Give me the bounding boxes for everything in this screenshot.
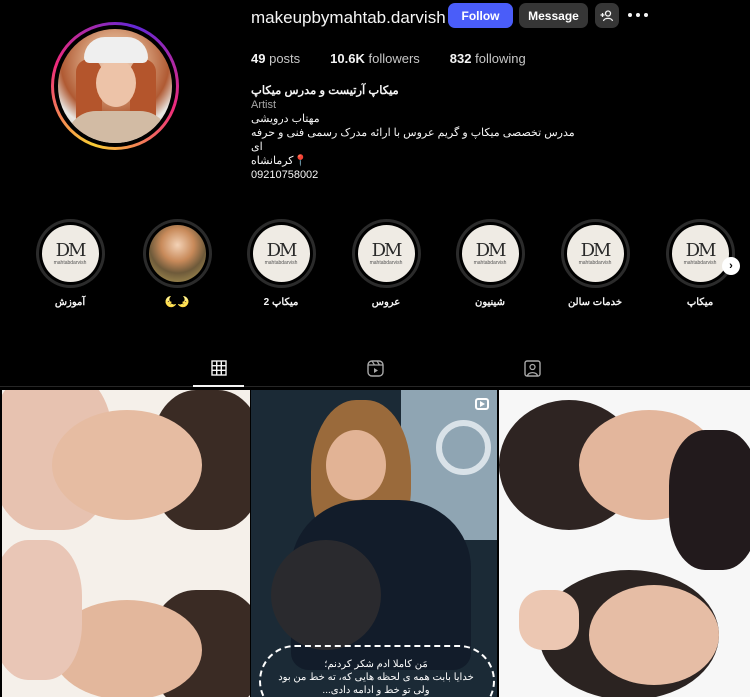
tab-reels[interactable] xyxy=(349,360,401,386)
story-highlights: DM mahtabdarvish آموزش 🌜🌛 DM mahtabdarvi… xyxy=(0,219,750,319)
tabs-divider xyxy=(0,386,750,387)
post-thumbnail[interactable] xyxy=(499,390,750,697)
highlight-item[interactable]: DM mahtabdarvish آموزش xyxy=(30,219,110,308)
post-photo-shape xyxy=(271,540,381,650)
highlight-label: آموزش xyxy=(54,297,86,308)
brand-text: mahtabdarvish xyxy=(53,259,87,266)
tab-tagged[interactable] xyxy=(506,360,558,386)
post-photo-shape xyxy=(52,410,202,520)
highlight-item[interactable]: DM mahtabdarvish عروس xyxy=(346,219,426,308)
monogram-logo: DM xyxy=(55,239,87,261)
highlight-inner: DM mahtabdarvish xyxy=(249,222,313,285)
highlight-label: عروس xyxy=(371,297,401,308)
highlight-ring: DM mahtabdarvish xyxy=(246,219,316,288)
post-thumbnail[interactable] xyxy=(2,390,250,697)
highlight-item[interactable]: DM mahtabdarvish خدمات سالن xyxy=(555,219,635,308)
monogram-logo: DM xyxy=(475,239,507,261)
post-photo-shape xyxy=(326,430,386,500)
profile-avatar[interactable] xyxy=(51,22,179,150)
brand-text: mahtabdarvish xyxy=(683,259,717,266)
message-button[interactable]: Message xyxy=(519,3,588,28)
avatar-border xyxy=(54,25,176,147)
bio-line: مدرس تخصصی میکاپ و گریم عروس با ارائه مد… xyxy=(251,127,575,153)
monogram-logo: DM xyxy=(580,239,612,261)
post-photo-shape xyxy=(589,585,719,685)
highlight-label: خدمات سالن xyxy=(567,297,623,308)
highlight-cover: DM mahtabdarvish xyxy=(252,225,310,282)
highlight-ring: DM mahtabdarvish xyxy=(455,219,525,288)
highlight-inner xyxy=(145,222,209,285)
follow-button[interactable]: Follow xyxy=(448,3,513,28)
post-thumbnail[interactable]: مَن کاملا ادم شکر کردنم؛ خدایا بابت همه … xyxy=(251,390,497,697)
bio-line: مهتاب درویشی xyxy=(251,113,320,125)
highlight-cover: DM mahtabdarvish xyxy=(461,225,519,282)
brand-text: mahtabdarvish xyxy=(473,259,507,266)
highlight-inner: DM mahtabdarvish xyxy=(458,222,522,285)
highlight-ring: DM mahtabdarvish xyxy=(665,219,735,288)
avatar-photo xyxy=(58,29,172,143)
dot xyxy=(628,13,632,17)
highlight-ring: DM mahtabdarvish xyxy=(35,219,105,288)
full-name: میکاپ آرتیست و مدرس میکاپ xyxy=(251,85,399,97)
dot xyxy=(644,13,648,17)
highlight-label: شینیون xyxy=(475,297,505,308)
tagged-icon xyxy=(523,360,541,377)
avatar-face xyxy=(96,59,136,107)
monogram-logo: DM xyxy=(266,239,298,261)
highlight-item[interactable]: DM mahtabdarvish شینیون xyxy=(450,219,530,308)
bio-location: 📍کرمانشاه xyxy=(251,155,308,167)
bio-phone: 09210758002 xyxy=(251,169,319,181)
highlight-cover: DM mahtabdarvish xyxy=(41,225,99,282)
highlight-cover: DM mahtabdarvish xyxy=(357,225,415,282)
brand-text: mahtabdarvish xyxy=(369,259,403,266)
highlight-label: 🌜🌛 xyxy=(164,297,190,308)
add-user-icon xyxy=(600,9,614,21)
highlight-inner: DM mahtabdarvish xyxy=(38,222,102,285)
monogram-logo: DM xyxy=(685,239,717,261)
highlight-label: میکاپ xyxy=(686,297,714,308)
grid-icon xyxy=(211,360,227,376)
post-photo-shape xyxy=(519,590,579,650)
highlight-photo xyxy=(148,225,206,282)
brand-text: mahtabdarvish xyxy=(578,259,612,266)
suggest-user-button[interactable] xyxy=(595,3,619,28)
tab-posts[interactable] xyxy=(193,360,245,386)
highlight-ring: DM mahtabdarvish xyxy=(351,219,421,288)
reels-icon xyxy=(366,360,384,377)
highlight-cover: DM mahtabdarvish xyxy=(671,225,729,282)
reel-indicator-icon xyxy=(475,398,489,410)
highlight-inner: DM mahtabdarvish xyxy=(668,222,732,285)
highlight-item[interactable]: 🌜🌛 xyxy=(137,219,217,308)
highlight-item[interactable]: DM mahtabdarvish میکاپ 2 xyxy=(241,219,321,308)
caption-line: مَن کاملا ادم شکر کردنم؛ xyxy=(324,659,428,670)
following-count[interactable]: 832 following xyxy=(450,51,526,66)
post-photo-shape xyxy=(2,540,82,680)
highlight-label: میکاپ 2 xyxy=(263,297,299,308)
post-photo-shape xyxy=(669,430,750,570)
highlight-ring xyxy=(142,219,212,288)
profile-stats: 49 posts 10.6K followers 832 following xyxy=(251,51,556,66)
post-photo-shape xyxy=(436,420,491,475)
highlight-inner: DM mahtabdarvish xyxy=(354,222,418,285)
post-caption: مَن کاملا ادم شکر کردنم؛ خدایا بابت همه … xyxy=(261,658,491,697)
posts-count: 49 posts xyxy=(251,51,301,66)
chevron-right-icon[interactable]: › xyxy=(722,257,740,275)
caption-line: ولی تو خط و ادامه دادی... xyxy=(322,685,430,696)
avatar-hat xyxy=(84,37,148,63)
highlight-inner: DM mahtabdarvish xyxy=(563,222,627,285)
dot xyxy=(636,13,640,17)
more-options-icon[interactable] xyxy=(628,8,650,22)
profile-bio: میکاپ آرتیست و مدرس میکاپ Artist مهتاب د… xyxy=(251,84,581,182)
avatar-coat xyxy=(66,111,170,143)
username: makeupbymahtab.darvish xyxy=(251,8,446,27)
followers-count[interactable]: 10.6K followers xyxy=(330,51,420,66)
monogram-logo: DM xyxy=(371,239,403,261)
active-tab-indicator xyxy=(193,385,244,387)
brand-text: mahtabdarvish xyxy=(264,259,298,266)
highlight-cover: DM mahtabdarvish xyxy=(566,225,624,282)
category-label: Artist xyxy=(251,99,277,111)
highlight-ring: DM mahtabdarvish xyxy=(560,219,630,288)
caption-line: خدایا بابت همه ی لحظه هایی که، ته خط من … xyxy=(278,672,474,683)
